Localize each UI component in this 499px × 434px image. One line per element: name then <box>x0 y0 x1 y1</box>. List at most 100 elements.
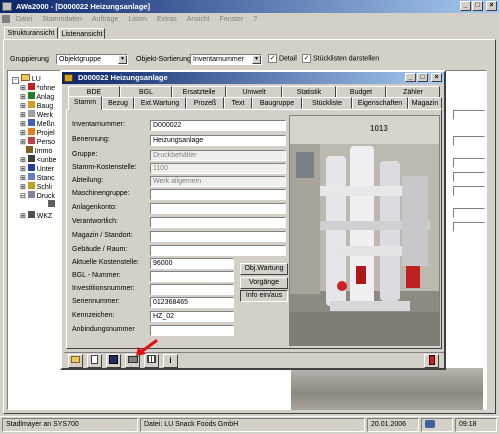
tree-item-label: <unbe <box>36 157 57 164</box>
investitionsnummer-field[interactable] <box>150 284 234 295</box>
close-button[interactable]: × <box>486 1 497 11</box>
tree-item[interactable]: ⊞ WKZ <box>20 211 52 221</box>
folder-icon <box>20 74 30 81</box>
chevron-down-icon[interactable]: ▼ <box>252 55 261 64</box>
tree-item-label: Projel <box>36 130 55 137</box>
anlagenkonto-label: Anlagenkonto: <box>72 204 117 211</box>
anlagenkonto-field[interactable] <box>150 203 286 214</box>
menu-datei[interactable]: Datei <box>12 14 36 25</box>
gruppierung-select[interactable]: Objektgruppe ▼ <box>56 54 128 65</box>
stueckliste-checkbox[interactable]: ✓ Stücklisten darstellen <box>302 54 379 64</box>
maximize-button[interactable]: □ <box>472 1 483 11</box>
aktuelle-kostenstelle-label: Aktuelle Kostenstelle: <box>72 259 139 266</box>
bgl-nummer-label: BGL - Nummer: <box>72 272 121 279</box>
menu-icon <box>2 15 10 24</box>
tab-eigenschaften[interactable]: Eigenschaften <box>352 97 408 109</box>
verantwortlich-field[interactable] <box>150 217 286 228</box>
menu-fenster[interactable]: Fenster <box>216 14 248 25</box>
tab-stamm[interactable]: Stamm <box>68 96 102 110</box>
sortierung-label: Objekt-Sortierung <box>136 56 191 63</box>
checkbox-checked-icon[interactable]: ✓ <box>268 54 277 63</box>
tree-node-icon <box>25 146 33 153</box>
anbindungsnummer-field[interactable] <box>150 325 234 336</box>
red-arrow-icon <box>136 339 158 356</box>
tree-item-label: Anlag <box>36 94 55 101</box>
tree-item-label: Perso <box>36 139 56 146</box>
status-date: 20.01.2006 <box>367 418 419 432</box>
tab-ext-wartung[interactable]: Ext.Wartung <box>134 97 186 109</box>
tab-listenansicht[interactable]: Listenansicht <box>59 28 105 39</box>
bgl-nummer-field[interactable] <box>150 271 234 282</box>
magazin-standort-field[interactable] <box>150 231 286 242</box>
heating-system-photo <box>290 116 439 345</box>
dialog-toolbar <box>64 352 444 368</box>
exit-button[interactable] <box>424 354 439 368</box>
detail-field <box>453 136 485 146</box>
vorgaenge-button[interactable]: Vorgänge <box>240 277 288 289</box>
info-ein-aus-button[interactable]: Info ein/aus <box>240 290 288 302</box>
tree-node-icon <box>27 137 35 144</box>
save-icon <box>109 355 118 364</box>
tree-node-icon <box>27 110 35 117</box>
obj-wartung-button[interactable]: Obj.Wartung <box>240 263 288 275</box>
tree-node-icon <box>27 119 35 126</box>
tab-baugruppe[interactable]: Baugruppe <box>252 97 302 109</box>
tab-prozess[interactable]: Prozeß <box>186 97 224 109</box>
detail-checkbox[interactable]: ✓ Detail <box>268 54 297 64</box>
dialog-maximize-button[interactable]: □ <box>417 73 428 82</box>
seriennummer-label: Seriennummer: <box>72 298 120 305</box>
sortierung-select[interactable]: Inventarnummer ▼ <box>190 54 262 65</box>
tree-root-label: LU <box>31 76 41 83</box>
tab-magazin[interactable]: Magazin <box>408 97 442 109</box>
open-folder-button[interactable] <box>68 354 83 368</box>
benennung-field[interactable]: Heizungsanlage <box>150 135 286 146</box>
aktuelle-kostenstelle-field[interactable]: 96000 <box>150 258 234 269</box>
kennzeichen-label: Kennzeichen: <box>72 312 115 319</box>
tab-text[interactable]: Text <box>224 97 252 109</box>
gruppe-label: Gruppe: <box>72 151 98 158</box>
gruppe-field: Druckbehälter <box>150 150 286 161</box>
menu-stammdaten[interactable]: Stammdaten <box>38 14 86 25</box>
network-status-icon <box>425 420 435 429</box>
photo-label: 1013 <box>370 124 388 133</box>
menu-help[interactable]: ? <box>249 14 261 25</box>
tab-stueckliste[interactable]: Stückliste <box>302 97 352 109</box>
folder-icon <box>71 356 80 363</box>
inventarnummer-field[interactable]: D000022 <box>150 120 286 131</box>
expand-icon[interactable]: − <box>12 77 19 84</box>
tree-item-label: *ohne <box>36 85 56 92</box>
gebaeude-raum-field[interactable] <box>150 245 286 256</box>
detail-panel-background <box>445 88 487 410</box>
tab-strukturansicht[interactable]: Strukturansicht <box>4 27 58 39</box>
tab-bezug[interactable]: Bezug <box>102 97 134 109</box>
menu-auftraege[interactable]: Aufträge <box>88 14 122 25</box>
tree-node-icon <box>27 83 35 90</box>
minimize-button[interactable]: _ <box>460 1 471 11</box>
status-file: Datei: LU Snack Foods GmbH <box>140 418 365 432</box>
seriennummer-field[interactable]: 012368465 <box>150 297 234 308</box>
new-document-button[interactable] <box>87 354 102 368</box>
menu-listen[interactable]: Listen <box>124 14 151 25</box>
detail-field <box>453 208 485 218</box>
menu-extras[interactable]: Extras <box>153 14 181 25</box>
tree-node-icon <box>27 191 35 198</box>
dialog-title-bar: D000022 Heizungsanlage _ □ × <box>62 72 444 84</box>
sortierung-value: Inventarnummer <box>193 56 244 63</box>
tree-item[interactable] <box>48 200 55 210</box>
tree-item-label: Meßn <box>36 121 55 128</box>
checkbox-checked-icon[interactable]: ✓ <box>302 54 311 63</box>
chevron-down-icon[interactable]: ▼ <box>118 55 127 64</box>
detail-field <box>453 172 485 182</box>
verantwortlich-label: Verantwortlich: <box>72 218 118 225</box>
dialog-minimize-button[interactable]: _ <box>405 73 416 82</box>
dialog-close-button[interactable]: × <box>431 73 442 82</box>
tree-node-icon <box>27 128 35 135</box>
save-button[interactable] <box>106 354 121 368</box>
maschinengruppe-field[interactable] <box>150 189 286 200</box>
info-button[interactable]: i <box>163 354 178 368</box>
maschinengruppe-label: Maschinengruppe: <box>72 190 130 197</box>
magazin-standort-label: Magazin / Standort: <box>72 232 133 239</box>
menu-ansicht[interactable]: Ansicht <box>183 14 214 25</box>
kennzeichen-field[interactable]: HZ_02 <box>150 311 234 322</box>
main-title-bar: AWa2000 - [D000022 Heizungsanlage] _ □ × <box>0 0 499 13</box>
